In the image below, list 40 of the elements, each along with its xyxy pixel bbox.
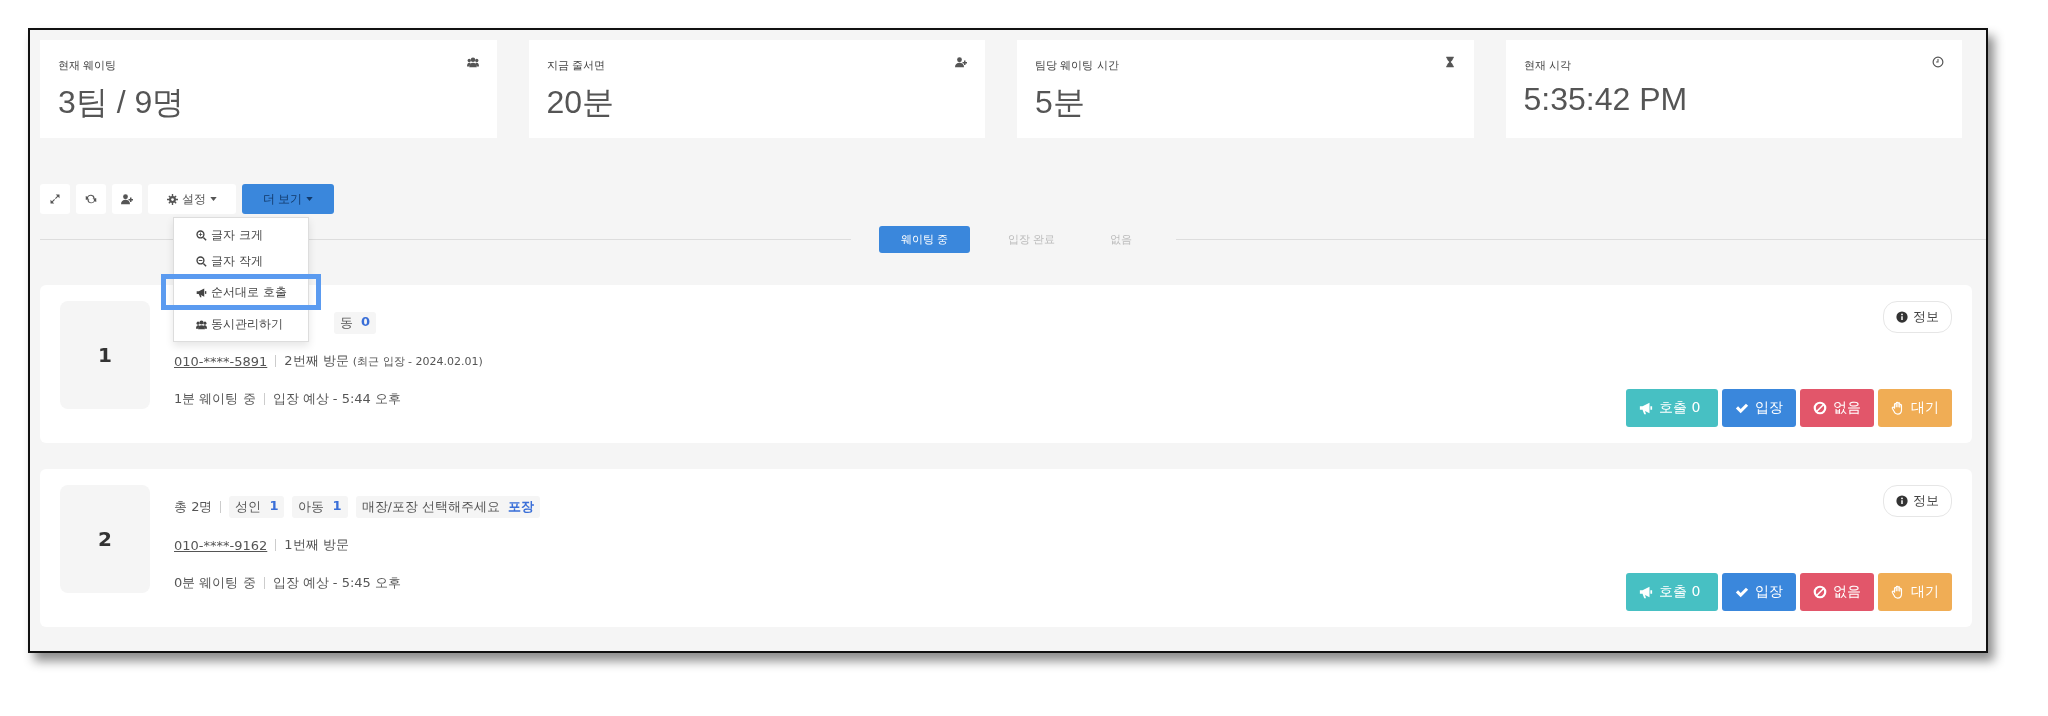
queue-number: 2 [60, 485, 150, 593]
menu-item[interactable]: 순서대로 호출 [166, 279, 316, 305]
phone-link[interactable]: 010-****-9162 [174, 537, 268, 553]
waiting-time: 1분 웨이팅 중 [174, 390, 256, 408]
stat-value: 5분 [1035, 83, 1085, 122]
stat-label: 현재 시각 [1523, 58, 1571, 73]
hold-button[interactable]: 대기 [1878, 573, 1952, 611]
absent-button[interactable]: 없음 [1800, 573, 1874, 611]
party-total: 총 2명 [174, 498, 213, 516]
enter-button[interactable]: 입장 [1722, 389, 1796, 427]
party-chip: 아동 1 [292, 496, 348, 518]
stat-value: 3팀 / 9명 [58, 83, 185, 122]
info-button[interactable]: 정보 [1883, 301, 1952, 333]
menu-item[interactable]: 동시관리하기 [174, 311, 308, 337]
settings-dropdown[interactable]: 설정 [148, 184, 236, 214]
waiting-time: 0분 웨이팅 중 [174, 574, 256, 592]
stat-label: 현재 웨이팅 [58, 58, 117, 73]
call-button[interactable]: 호출 0 [1626, 573, 1718, 611]
tab[interactable]: 웨이팅 중 [878, 226, 970, 253]
expected-entry: 입장 예상 - 5:44 오후 [272, 390, 401, 408]
more-dropdown[interactable]: 더 보기 [242, 184, 334, 214]
menu-item[interactable]: 글자 작게 [174, 248, 308, 274]
stat-value: 20분 [546, 83, 615, 122]
party-chip: 매장/포장 선택해주세요 포장 [355, 496, 540, 518]
call-button[interactable]: 호출 0 [1626, 389, 1718, 427]
hold-button[interactable]: 대기 [1878, 389, 1952, 427]
absent-button[interactable]: 없음 [1800, 389, 1874, 427]
stat-value: 5:35:42 PM [1523, 81, 1688, 118]
stat-label: 지금 줄서면 [546, 58, 605, 73]
visit-count: 2번째 방문 (최근 입장 - 2024.02.01) [284, 352, 483, 370]
info-button[interactable]: 정보 [1883, 485, 1952, 517]
enter-button[interactable]: 입장 [1722, 573, 1796, 611]
party-chip: 동 0 [334, 312, 377, 334]
menu-item[interactable]: 글자 크게 [174, 222, 308, 248]
queue-number: 1 [60, 301, 150, 409]
stat-label: 팀당 웨이팅 시간 [1035, 58, 1119, 73]
expected-entry: 입장 예상 - 5:45 오후 [272, 574, 401, 592]
visit-count: 1번째 방문 [284, 536, 349, 554]
party-chip: 성인 1 [229, 496, 285, 518]
phone-link[interactable]: 010-****-5891 [174, 353, 268, 369]
